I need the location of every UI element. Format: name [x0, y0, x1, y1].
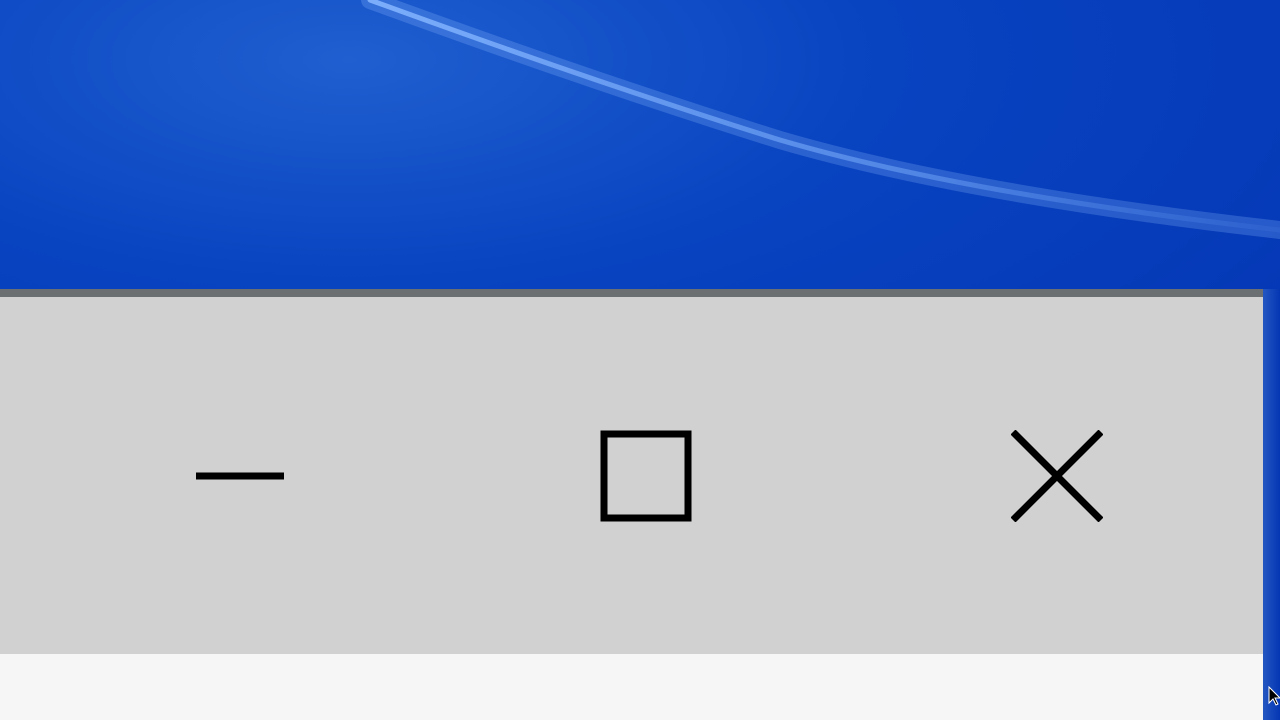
desktop-edge — [1260, 289, 1280, 720]
minimize-button[interactable] — [110, 297, 370, 654]
wallpaper-light-streak — [361, 0, 1280, 239]
app-window — [0, 289, 1263, 720]
window-client-area[interactable] — [0, 654, 1263, 720]
mouse-cursor-icon — [1268, 686, 1280, 706]
close-button[interactable] — [927, 297, 1187, 654]
maximize-icon — [600, 430, 692, 521]
maximize-button[interactable] — [516, 297, 776, 654]
window-titlebar[interactable] — [0, 297, 1263, 654]
minimize-icon — [196, 472, 284, 479]
close-icon — [1011, 429, 1103, 522]
